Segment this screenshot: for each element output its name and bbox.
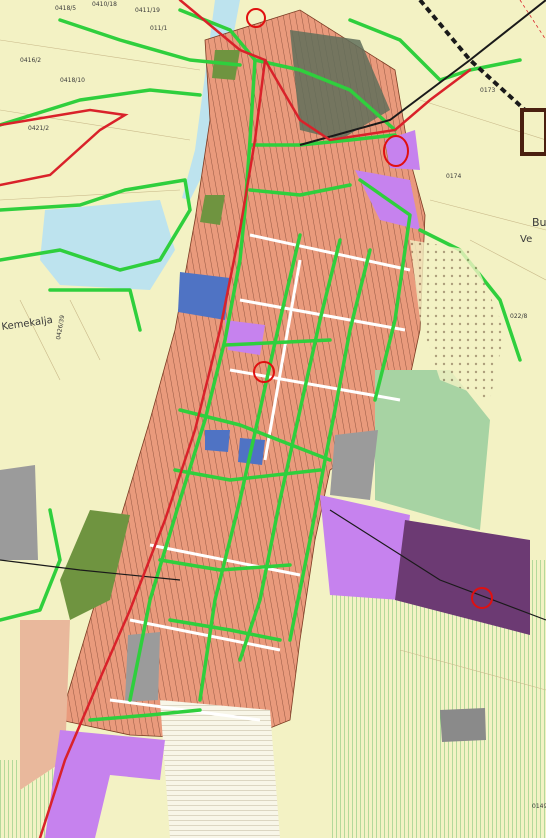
cadastral-label-11: 022/8: [510, 313, 527, 320]
cadastral-label-3: 0421/2: [28, 125, 49, 132]
industrial-zone-3: [0, 465, 38, 560]
cadastral-label-13: Ve: [520, 234, 532, 245]
place-label-bu: Bu: [532, 216, 546, 229]
cadastral-label-5: 0174: [446, 173, 461, 180]
cadastral-label-1: 0418/5: [55, 5, 76, 12]
cadastral-label-10: 011/1: [150, 25, 167, 32]
cadastral-label-6: 0173: [480, 87, 495, 94]
cadastral-label-8: 0411/19: [135, 7, 160, 14]
cadastral-label-2: 0418/10: [60, 77, 85, 84]
church-zone-2: [205, 430, 230, 452]
industrial-zone-4: [440, 708, 486, 742]
lake: [40, 200, 175, 290]
garden-plots: [160, 700, 280, 838]
industrial-zone-1: [330, 430, 378, 500]
cadastral-label-4: 0416/2: [20, 57, 41, 64]
cadastral-label-7: 0410/18: [92, 1, 117, 8]
zoning-map[interactable]: Kemekalja Bu 0418/5 0418/10 0421/2 0416/…: [0, 0, 546, 838]
map-container[interactable]: Kemekalja Bu 0418/5 0418/10 0421/2 0416/…: [0, 0, 546, 838]
cadastral-label-12: 0149: [532, 803, 546, 810]
public-zone-6: [225, 320, 265, 355]
